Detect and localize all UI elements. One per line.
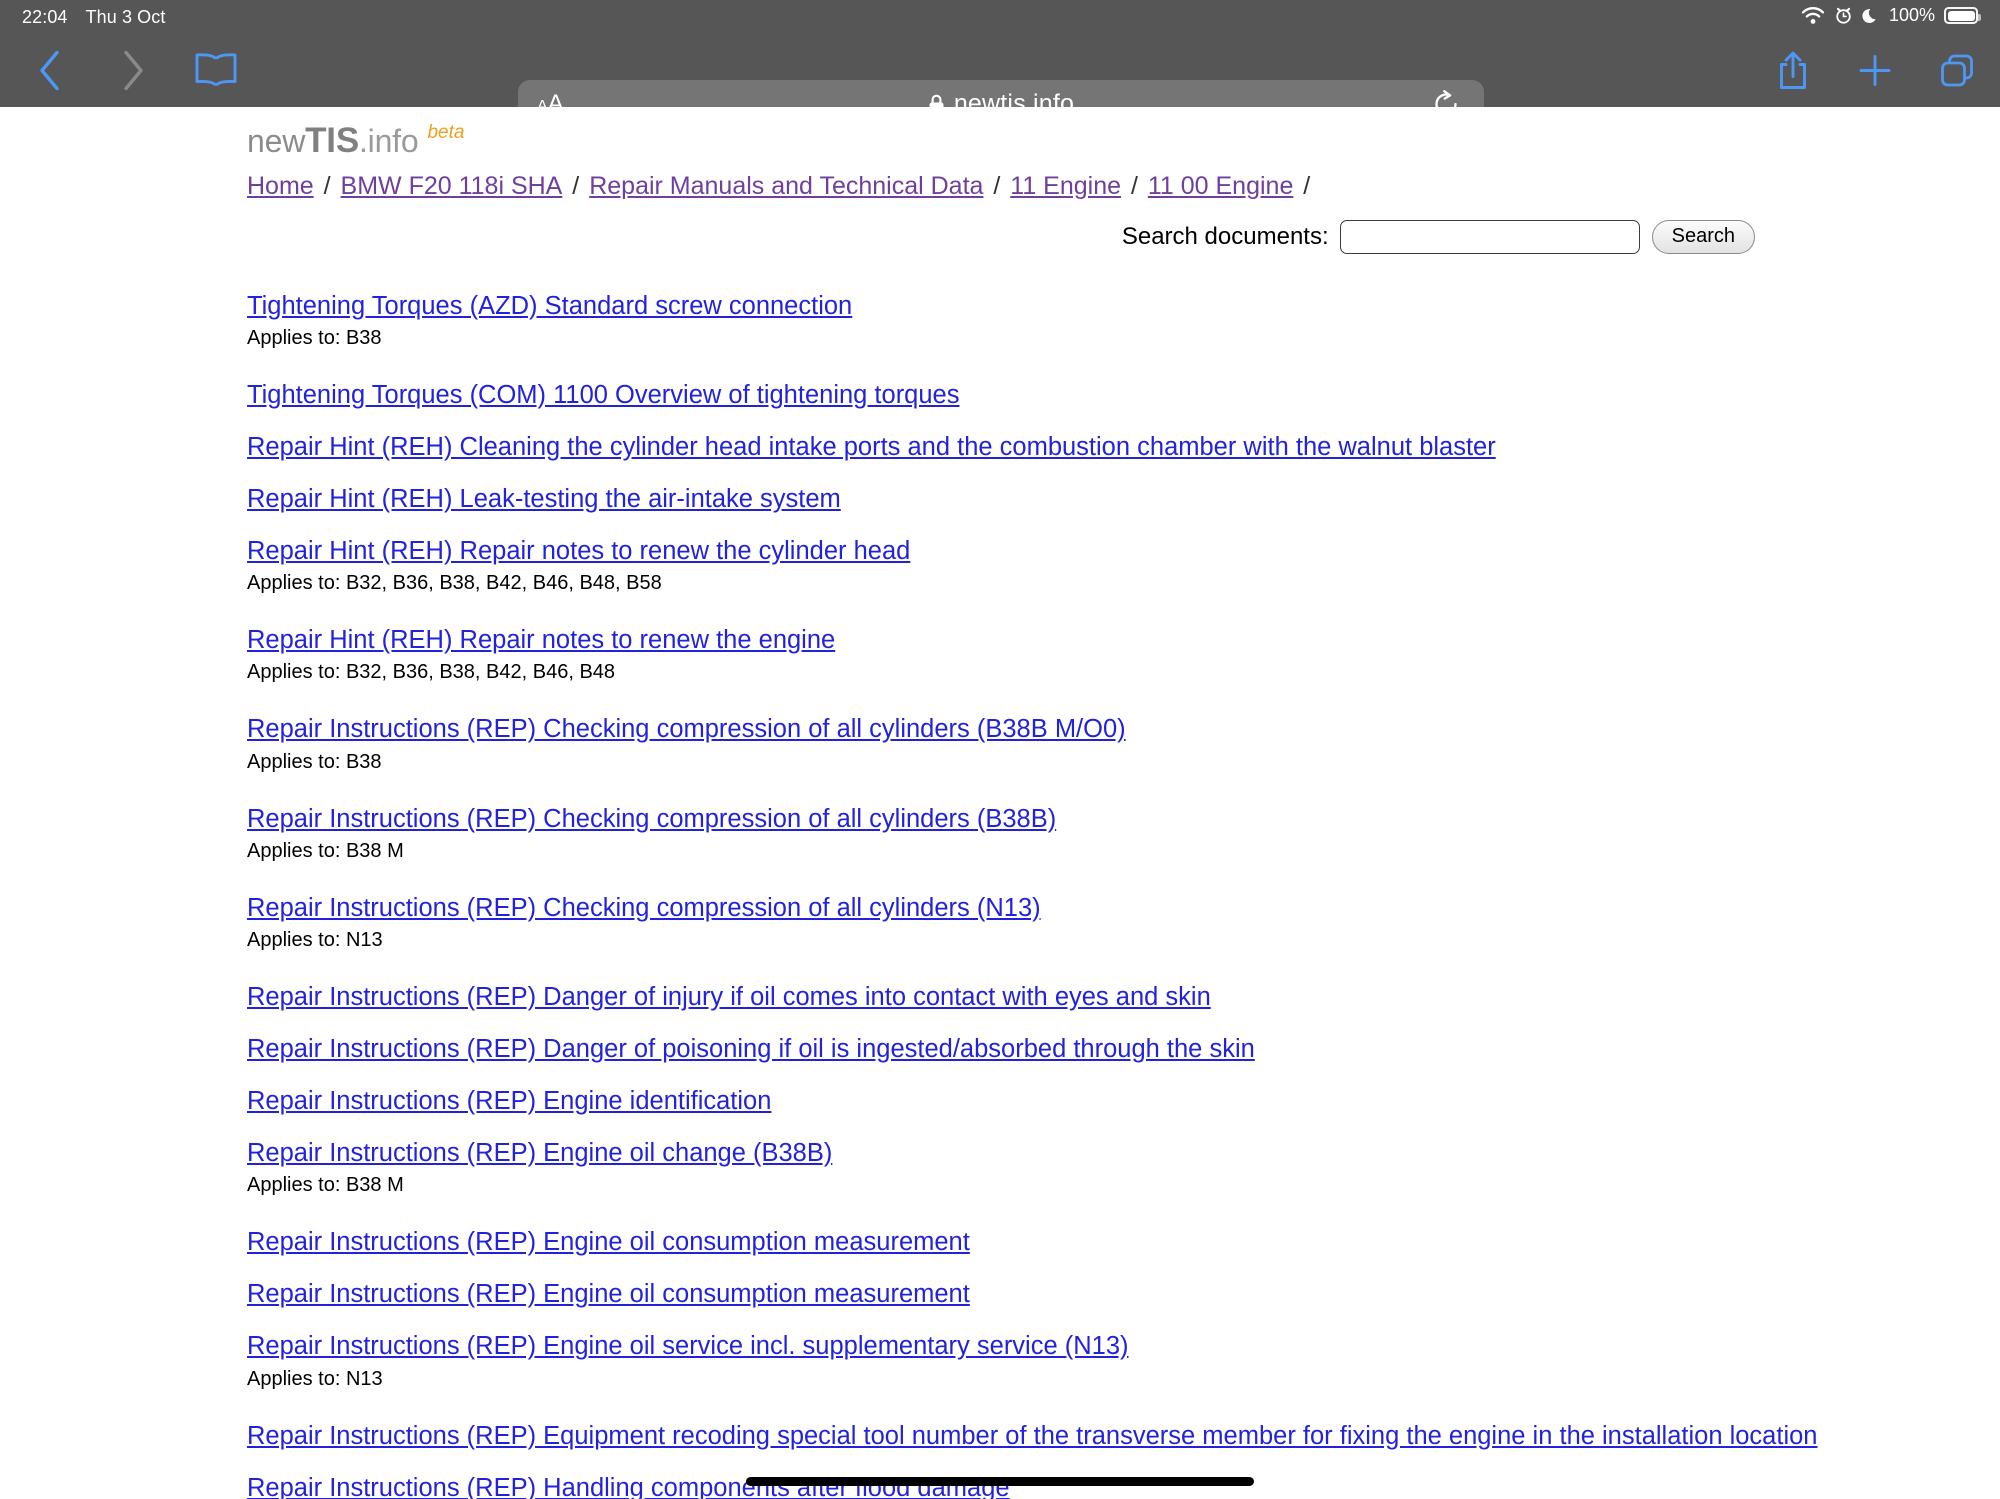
status-bar-clock: 22:04 xyxy=(22,7,68,27)
share-button[interactable] xyxy=(1765,43,1820,98)
plus-icon xyxy=(1859,55,1890,86)
document-entry: Repair Instructions (REP) Engine oil con… xyxy=(247,1279,1967,1310)
bookmarks-button[interactable] xyxy=(188,43,243,98)
wifi-icon xyxy=(1801,6,1825,25)
document-link[interactable]: Repair Instructions (REP) Danger of inju… xyxy=(247,982,1211,1013)
breadcrumb-link-3[interactable]: 11 Engine xyxy=(1010,172,1121,200)
share-icon xyxy=(1779,51,1806,89)
document-link[interactable]: Repair Instructions (REP) Checking compr… xyxy=(247,714,1126,745)
browser-chrome: 22:04 Thu 3 Oct 100% A newtis.info xyxy=(0,0,2000,128)
webpage-viewport: newTIS.info beta Home / BMW F20 118i SHA… xyxy=(0,107,2000,1499)
battery-icon xyxy=(1944,7,1981,24)
tabs-icon xyxy=(1940,54,1973,87)
beta-badge: beta xyxy=(427,122,465,143)
breadcrumb-separator: / xyxy=(565,172,587,200)
document-entry: Repair Instructions (REP) Danger of inju… xyxy=(247,982,1967,1013)
document-entry: Tightening Torques (COM) 1100 Overview o… xyxy=(247,380,1967,411)
document-applies-to: Applies to: B38 M xyxy=(247,1174,404,1197)
document-link[interactable]: Repair Instructions (REP) Engine oil ser… xyxy=(247,1331,1129,1362)
back-button[interactable] xyxy=(22,43,77,98)
document-applies-to: Applies to: N13 xyxy=(247,928,383,951)
alarm-clock-icon xyxy=(1834,6,1853,25)
site-logo[interactable]: newTIS.info xyxy=(247,121,419,161)
document-link[interactable]: Repair Instructions (REP) Checking compr… xyxy=(247,893,1041,924)
search-input[interactable] xyxy=(1339,219,1640,254)
status-bar-right: 100% xyxy=(1801,5,1981,26)
chevron-left-icon xyxy=(39,50,59,91)
document-link[interactable]: Repair Hint (REH) Leak-testing the air-i… xyxy=(247,484,841,515)
logo-info: .info xyxy=(358,123,419,159)
document-entry: Repair Hint (REH) Cleaning the cylinder … xyxy=(247,432,1967,463)
document-link[interactable]: Tightening Torques (AZD) Standard screw … xyxy=(247,291,852,322)
document-entry: Repair Hint (REH) Leak-testing the air-i… xyxy=(247,484,1967,515)
breadcrumb-link-1[interactable]: BMW F20 118i SHA xyxy=(341,172,563,200)
show-tabs-button[interactable] xyxy=(1929,43,1984,98)
status-bar-date: Thu 3 Oct xyxy=(85,7,166,27)
book-icon xyxy=(195,53,236,87)
document-entry: Repair Instructions (REP) Checking compr… xyxy=(247,714,1967,774)
search-label: Search documents: xyxy=(1121,222,1329,250)
document-list: Tightening Torques (AZD) Standard screw … xyxy=(247,291,1967,1499)
document-link[interactable]: Repair Instructions (REP) Engine oil cha… xyxy=(247,1138,832,1169)
document-link[interactable]: Repair Hint (REH) Cleaning the cylinder … xyxy=(247,432,1496,463)
breadcrumb-separator: / xyxy=(1124,172,1145,200)
battery-percent-label: 100% xyxy=(1888,5,1935,25)
document-link[interactable]: Repair Instructions (REP) Engine oil con… xyxy=(247,1279,970,1310)
search-button[interactable]: Search xyxy=(1651,219,1755,254)
search-form: Search documents: Search xyxy=(247,219,1967,254)
home-indicator xyxy=(746,1477,1254,1486)
breadcrumb: Home / BMW F20 118i SHA / Repair Manuals… xyxy=(247,172,1967,201)
document-applies-to: Applies to: B32, B36, B38, B42, B46, B48 xyxy=(247,661,616,684)
document-entry: Tightening Torques (AZD) Standard screw … xyxy=(247,291,1967,351)
document-entry: Repair Hint (REH) Repair notes to renew … xyxy=(247,625,1967,685)
document-applies-to: Applies to: N13 xyxy=(247,1367,383,1390)
moon-icon xyxy=(1862,7,1880,25)
breadcrumb-link-4[interactable]: 11 00 Engine xyxy=(1148,172,1294,200)
logo-tis: TIS xyxy=(305,121,359,160)
document-link[interactable]: Repair Hint (REH) Repair notes to renew … xyxy=(247,625,835,656)
forward-button[interactable] xyxy=(105,43,160,98)
document-link[interactable]: Repair Instructions (REP) Equipment reco… xyxy=(247,1421,1817,1452)
new-tab-button[interactable] xyxy=(1847,43,1902,98)
document-entry: Repair Instructions (REP) Checking compr… xyxy=(247,804,1967,864)
document-entry: Repair Instructions (REP) Engine oil con… xyxy=(247,1227,1967,1258)
document-entry: Repair Instructions (REP) Danger of pois… xyxy=(247,1034,1967,1065)
page-content: newTIS.info beta Home / BMW F20 118i SHA… xyxy=(247,107,1967,1499)
document-entry: Repair Instructions (REP) Engine oil ser… xyxy=(247,1331,1967,1391)
document-entry: Repair Instructions (REP) Engine identif… xyxy=(247,1086,1967,1117)
document-applies-to: Applies to: B38 xyxy=(247,326,382,349)
breadcrumb-link-0[interactable]: Home xyxy=(247,172,314,200)
browser-toolbar: A A newtis.info xyxy=(0,34,2000,128)
document-link[interactable]: Repair Instructions (REP) Engine identif… xyxy=(247,1086,771,1117)
document-applies-to: Applies to: B32, B36, B38, B42, B46, B48… xyxy=(247,572,662,595)
document-link[interactable]: Repair Instructions (REP) Danger of pois… xyxy=(247,1034,1255,1065)
chevron-right-icon xyxy=(123,50,143,91)
document-link[interactable]: Repair Hint (REH) Repair notes to renew … xyxy=(247,536,910,567)
document-link[interactable]: Tightening Torques (COM) 1100 Overview o… xyxy=(247,380,959,411)
breadcrumb-separator: / xyxy=(316,172,338,200)
document-applies-to: Applies to: B38 M xyxy=(247,839,404,862)
status-bar-left: 22:04 Thu 3 Oct xyxy=(22,7,165,28)
document-entry: Repair Instructions (REP) Engine oil cha… xyxy=(247,1138,1967,1198)
breadcrumb-separator: / xyxy=(1296,172,1311,200)
document-entry: Repair Hint (REH) Repair notes to renew … xyxy=(247,536,1967,596)
logo-new: new xyxy=(247,123,306,159)
document-link[interactable]: Repair Instructions (REP) Checking compr… xyxy=(247,804,1056,835)
ios-status-bar: 22:04 Thu 3 Oct 100% xyxy=(0,0,2000,34)
breadcrumb-separator: / xyxy=(986,172,1008,200)
breadcrumb-link-2[interactable]: Repair Manuals and Technical Data xyxy=(589,172,983,200)
document-link[interactable]: Repair Instructions (REP) Engine oil con… xyxy=(247,1227,970,1258)
document-entry: Repair Instructions (REP) Equipment reco… xyxy=(247,1421,1967,1452)
site-header: newTIS.info beta xyxy=(247,107,1967,161)
document-applies-to: Applies to: B38 xyxy=(247,750,382,773)
document-entry: Repair Instructions (REP) Checking compr… xyxy=(247,893,1967,953)
